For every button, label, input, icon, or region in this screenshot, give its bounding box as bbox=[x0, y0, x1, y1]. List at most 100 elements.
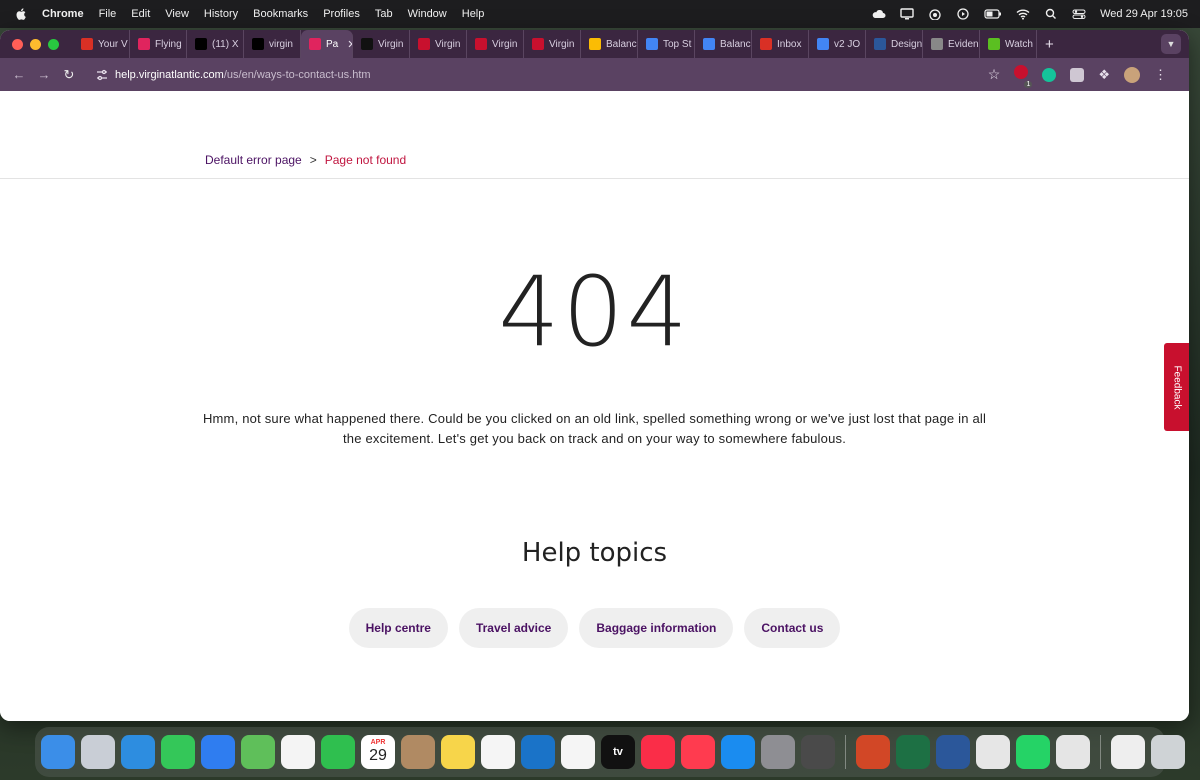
minimize-window-button[interactable] bbox=[30, 38, 41, 50]
reload-button[interactable]: ↻ bbox=[58, 64, 80, 86]
dock-powerpoint-icon[interactable] bbox=[856, 735, 890, 769]
dock-reminders-icon[interactable] bbox=[481, 735, 515, 769]
menubar-datetime[interactable]: Wed 29 Apr 19:05 bbox=[1100, 8, 1188, 20]
dock-word-icon[interactable] bbox=[936, 735, 970, 769]
menu-edit[interactable]: Edit bbox=[131, 8, 150, 20]
dock-app-store-icon[interactable] bbox=[721, 735, 755, 769]
bookmark-star-icon[interactable]: ☆ bbox=[988, 66, 1001, 83]
browser-tab[interactable]: Top St bbox=[638, 30, 695, 58]
profile-avatar[interactable] bbox=[1124, 66, 1140, 83]
dock-freeform-icon[interactable] bbox=[561, 735, 595, 769]
dock-safari-icon[interactable] bbox=[121, 735, 155, 769]
dock-photos-icon[interactable] bbox=[281, 735, 315, 769]
airdrop-icon[interactable] bbox=[928, 8, 942, 20]
control-center-icon[interactable] bbox=[1072, 8, 1086, 20]
tab-search-button[interactable]: ▼ bbox=[1161, 34, 1181, 54]
dock-launchpad-icon[interactable] bbox=[81, 735, 115, 769]
dock-whatsapp-icon[interactable] bbox=[1016, 735, 1050, 769]
back-button[interactable]: ← bbox=[8, 64, 30, 86]
dock-news-icon[interactable] bbox=[681, 735, 715, 769]
tab-label: Flying bbox=[155, 38, 182, 50]
dock-facetime-icon[interactable] bbox=[321, 735, 355, 769]
menu-app-name[interactable]: Chrome bbox=[42, 8, 84, 20]
site-info-icon[interactable] bbox=[95, 68, 109, 82]
dock-outlook-icon[interactable] bbox=[521, 735, 555, 769]
dock-file-icon[interactable] bbox=[1111, 735, 1145, 769]
tab-strip: Your V Flying (11) X virgin Pa✕ Virgin Virgin V… bbox=[0, 30, 1189, 58]
contact-us-button[interactable]: Contact us bbox=[744, 608, 841, 648]
dock-chrome-icon[interactable] bbox=[1056, 735, 1090, 769]
browser-tab[interactable]: Your V bbox=[73, 30, 130, 58]
dock-trash-icon[interactable] bbox=[1151, 735, 1185, 769]
menu-file[interactable]: File bbox=[99, 8, 117, 20]
dock-settings-icon[interactable] bbox=[761, 735, 795, 769]
browser-tab[interactable]: Virgin bbox=[410, 30, 467, 58]
dock-finder-icon[interactable] bbox=[41, 735, 75, 769]
error-message: Hmm, not sure what happened there. Could… bbox=[202, 411, 987, 446]
chrome-menu-icon[interactable]: ⋮ bbox=[1154, 67, 1167, 83]
dock-excel-icon[interactable] bbox=[896, 735, 930, 769]
dock-tv-icon[interactable]: tv bbox=[601, 735, 635, 769]
dock-notes-icon[interactable] bbox=[441, 735, 475, 769]
dock-iphone-mirroring-icon[interactable] bbox=[801, 735, 835, 769]
menu-tab[interactable]: Tab bbox=[375, 8, 393, 20]
tab-label: Balanc bbox=[606, 38, 637, 50]
tab-label: Top St bbox=[663, 38, 692, 50]
apple-icon[interactable] bbox=[14, 7, 28, 21]
browser-tab[interactable]: Virgin bbox=[353, 30, 410, 58]
dock-messages-icon[interactable] bbox=[161, 735, 195, 769]
browser-tab[interactable]: (11) X bbox=[187, 30, 244, 58]
drive-icon bbox=[589, 38, 601, 50]
dock-preview-icon[interactable] bbox=[976, 735, 1010, 769]
play-icon[interactable] bbox=[956, 8, 970, 20]
gmail-icon bbox=[81, 38, 93, 50]
wifi-icon[interactable] bbox=[1016, 8, 1030, 20]
new-tab-button[interactable]: + bbox=[1045, 36, 1054, 53]
dock-contacts-icon[interactable] bbox=[401, 735, 435, 769]
extension-badge: 1 bbox=[1024, 81, 1033, 88]
baggage-information-button[interactable]: Baggage information bbox=[579, 608, 734, 648]
browser-tab[interactable]: Flying bbox=[130, 30, 187, 58]
extension-shield-icon[interactable] bbox=[1014, 65, 1029, 79]
grammarly-icon[interactable] bbox=[1042, 67, 1057, 82]
address-bar[interactable]: help.virginatlantic.com /us/en/ways-to-c… bbox=[89, 63, 988, 87]
browser-tab[interactable]: virgin bbox=[244, 30, 301, 58]
browser-tab[interactable]: Virgin bbox=[524, 30, 581, 58]
menu-bookmarks[interactable]: Bookmarks bbox=[253, 8, 308, 20]
browser-tab[interactable]: Watch bbox=[980, 30, 1037, 58]
close-window-button[interactable] bbox=[12, 38, 23, 50]
menu-profiles[interactable]: Profiles bbox=[323, 8, 360, 20]
browser-tab[interactable]: Balanc bbox=[581, 30, 638, 58]
dock-maps-icon[interactable] bbox=[241, 735, 275, 769]
forward-button[interactable]: → bbox=[33, 64, 55, 86]
browser-tab[interactable]: Balanc bbox=[695, 30, 752, 58]
help-centre-button[interactable]: Help centre bbox=[348, 608, 448, 648]
menu-history[interactable]: History bbox=[204, 8, 238, 20]
dock-music-icon[interactable] bbox=[641, 735, 675, 769]
display-icon[interactable] bbox=[900, 8, 914, 20]
browser-tab[interactable]: Eviden bbox=[923, 30, 980, 58]
feedback-tab[interactable]: Feedback bbox=[1164, 343, 1189, 431]
browser-tab[interactable]: Design bbox=[866, 30, 923, 58]
dock-calendar-icon[interactable]: APR 29 bbox=[361, 735, 395, 769]
extension-with-badge[interactable]: 1 bbox=[1014, 65, 1033, 88]
dock-mail-icon[interactable] bbox=[201, 735, 235, 769]
battery-icon[interactable] bbox=[984, 8, 1002, 20]
tab-active[interactable]: Pa✕ bbox=[301, 30, 353, 58]
travel-advice-button[interactable]: Travel advice bbox=[458, 608, 569, 648]
extensions-puzzle-icon[interactable]: ❖ bbox=[1098, 67, 1110, 83]
spotlight-icon[interactable] bbox=[1044, 8, 1058, 20]
zoom-window-button[interactable] bbox=[48, 38, 59, 50]
browser-tab[interactable]: Inbox bbox=[752, 30, 809, 58]
cloud-icon[interactable] bbox=[872, 8, 886, 20]
breadcrumb-separator: > bbox=[309, 153, 317, 167]
browser-tab[interactable]: v2 JO bbox=[809, 30, 866, 58]
menu-window[interactable]: Window bbox=[408, 8, 447, 20]
camera-extension-icon[interactable] bbox=[1070, 67, 1085, 82]
browser-tab[interactable]: Virgin bbox=[467, 30, 524, 58]
menu-help[interactable]: Help bbox=[462, 8, 485, 20]
breadcrumb-current: Page not found bbox=[324, 153, 407, 167]
tab-label: v2 JO bbox=[834, 38, 861, 50]
menu-view[interactable]: View bbox=[165, 8, 189, 20]
breadcrumb-parent-link[interactable]: Default error page bbox=[205, 153, 302, 167]
